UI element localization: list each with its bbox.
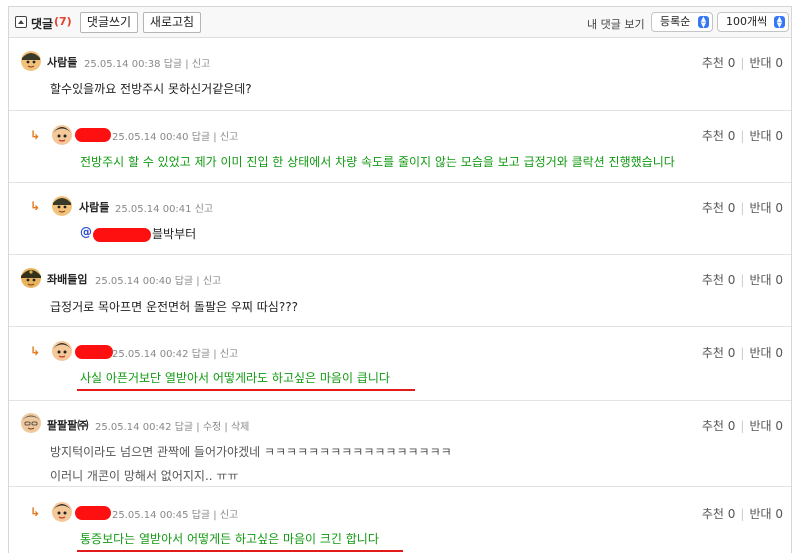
comment-count: (7) (54, 15, 72, 28)
comment-section: 댓글 (7) 댓글쓰기 새로고침 내 댓글 보기 등록순 ▲ ▼ 100개씩 ▲ ▼… (8, 6, 792, 553)
like-button[interactable]: 추천 0 (702, 273, 736, 287)
like-button[interactable]: 추천 0 (702, 507, 736, 521)
comment-text: 급정거로 목아프면 운전면허 돌팔은 우찌 따심??? (50, 300, 298, 314)
comment-title: 댓글 (31, 17, 54, 31)
select-chevron-icon: ▲ ▼ (698, 16, 709, 29)
comment-date: 25.05.14 00:38 (84, 59, 161, 70)
comment-date: 25.05.14 00:41 (115, 204, 192, 215)
highlight-underline (77, 550, 403, 552)
redacted-nickname (75, 345, 113, 359)
comment-item: 사람들 25.05.14 00:38 답글 | 신고 추천 0 | 반대 0 할수있… (9, 39, 791, 111)
vote-group: 추천 0 | 반대 0 (701, 56, 783, 70)
redacted-mention (93, 228, 151, 242)
redacted-nickname (75, 506, 111, 520)
comment-text: 사실 아픈거보단 열받아서 어떻게라도 하고싶은 마음이 큽니다 (80, 371, 390, 385)
comment-actions[interactable]: 답글 | 수정 | 삭제 (175, 422, 250, 433)
vote-group: 추천 0 | 반대 0 (701, 129, 783, 143)
dislike-button[interactable]: 반대 0 (749, 201, 783, 215)
comment-text: 전방주시 할 수 있었고 제가 이미 진입 한 상태에서 차량 속도를 줄이지 … (80, 155, 675, 169)
comment-actions[interactable]: 답글 | 신고 (175, 276, 222, 287)
comment-text: 블박부터 (152, 227, 197, 241)
dislike-button[interactable]: 반대 0 (749, 129, 783, 143)
comment-actions[interactable]: 답글 | 신고 (192, 349, 239, 360)
dislike-button[interactable]: 반대 0 (749, 507, 783, 521)
reply-item: ↳ 25.05.14 00:42 답글 | 신고 추천 0 | 반대 0 사실 아픈… (9, 327, 791, 401)
dislike-button[interactable]: 반대 0 (749, 273, 783, 287)
reply-arrow-icon: ↳ (30, 505, 41, 519)
dislike-button[interactable]: 반대 0 (749, 346, 783, 360)
vote-group: 추천 0 | 반대 0 (701, 419, 783, 433)
comment-meta: 25.05.14 00:40 답글 | 신고 (112, 128, 238, 143)
collapse-toggle-icon[interactable] (15, 16, 27, 28)
comment-actions[interactable]: 답글 | 신고 (164, 59, 211, 70)
avatar (20, 411, 42, 433)
comment-meta: 25.05.14 00:38 답글 | 신고 (84, 55, 210, 70)
like-button[interactable]: 추천 0 (702, 129, 736, 143)
comment-meta: 25.05.14 00:40 답글 | 신고 (95, 272, 221, 287)
comment-date: 25.05.14 00:42 (112, 349, 189, 360)
page-size-select-value: 100개씩 (726, 15, 768, 28)
comment-item: 좌배들임 25.05.14 00:40 답글 | 신고 추천 0 | 반대 0 급정… (9, 255, 791, 327)
comment-meta: 25.05.14 00:42 답글 | 신고 (112, 345, 238, 360)
sort-select-value: 등록순 (660, 15, 691, 28)
reply-item: ↳ 사람들 25.05.14 00:41 신고 추천 0 | 반대 0 @ 블박부터 (9, 183, 791, 255)
like-button[interactable]: 추천 0 (702, 346, 736, 360)
comment-nickname[interactable]: 사람들 (79, 199, 109, 215)
vote-group: 추천 0 | 반대 0 (701, 201, 783, 215)
comment-actions[interactable]: 신고 (195, 204, 213, 215)
reply-arrow-icon: ↳ (30, 199, 41, 213)
like-button[interactable]: 추천 0 (702, 201, 736, 215)
highlight-underline (77, 389, 415, 391)
comment-meta: 25.05.14 00:45 답글 | 신고 (112, 506, 238, 521)
dislike-button[interactable]: 반대 0 (749, 419, 783, 433)
avatar (20, 266, 42, 288)
page-size-select[interactable]: 100개씩 ▲ ▼ (717, 12, 789, 32)
write-comment-button[interactable]: 댓글쓰기 (80, 12, 138, 33)
comment-text: 방지턱이라도 넘으면 관짝에 들어가야겠네 ㅋㅋㅋㅋㅋㅋㅋㅋㅋㅋㅋㅋㅋㅋㅋㅋㅋ (50, 445, 452, 459)
like-button[interactable]: 추천 0 (702, 56, 736, 70)
reply-arrow-icon: ↳ (30, 344, 41, 358)
mention-tag[interactable]: @ (80, 225, 92, 239)
comment-text: @ (80, 225, 92, 239)
comment-text: 할수있을까요 전방주시 못하신거같은데? (50, 82, 252, 96)
comment-text-line2: 이러니 개콘이 망해서 없어지지.. ㅠㅠ (50, 469, 239, 483)
reply-item: ↳ 25.05.14 00:45 답글 | 신고 추천 0 | 반대 0 통증보다는… (9, 487, 791, 553)
my-comments-link[interactable]: 내 댓글 보기 (587, 16, 645, 32)
comment-nickname[interactable]: 사람들 (47, 54, 77, 70)
reply-item: ↳ 25.05.14 00:40 답글 | 신고 추천 0 | 반대 0 전방주시 … (9, 111, 791, 183)
refresh-button[interactable]: 새로고침 (143, 12, 201, 33)
reply-arrow-icon: ↳ (30, 128, 41, 142)
dislike-button[interactable]: 반대 0 (749, 56, 783, 70)
comment-date: 25.05.14 00:40 (95, 276, 172, 287)
avatar (20, 49, 42, 71)
comment-item: 팔팔팔㈜ 25.05.14 00:42 답글 | 수정 | 삭제 추천 0 | 반대… (9, 401, 791, 487)
comment-nickname[interactable]: 팔팔팔㈜ (47, 417, 88, 433)
comment-text: 통증보다는 열받아서 어떻게든 하고싶은 마음이 크긴 합니다 (80, 532, 379, 546)
comment-date: 25.05.14 00:40 (112, 132, 189, 143)
comment-actions[interactable]: 답글 | 신고 (192, 132, 239, 143)
avatar (51, 123, 73, 145)
vote-group: 추천 0 | 반대 0 (701, 273, 783, 287)
comment-actions[interactable]: 답글 | 신고 (192, 510, 239, 521)
comment-date: 25.05.14 00:42 (95, 422, 172, 433)
comment-meta: 25.05.14 00:42 답글 | 수정 | 삭제 (95, 418, 249, 433)
comment-meta: 25.05.14 00:41 신고 (115, 200, 213, 215)
comment-toolbar: 댓글 (7) 댓글쓰기 새로고침 내 댓글 보기 등록순 ▲ ▼ 100개씩 ▲ ▼ (9, 7, 791, 38)
avatar (51, 339, 73, 361)
select-chevron-icon: ▲ ▼ (774, 16, 785, 29)
comment-date: 25.05.14 00:45 (112, 510, 189, 521)
like-button[interactable]: 추천 0 (702, 419, 736, 433)
redacted-nickname (75, 128, 111, 142)
avatar (51, 194, 73, 216)
vote-group: 추천 0 | 반대 0 (701, 507, 783, 521)
sort-select[interactable]: 등록순 ▲ ▼ (651, 12, 713, 32)
vote-group: 추천 0 | 반대 0 (701, 346, 783, 360)
avatar (51, 500, 73, 522)
comment-nickname[interactable]: 좌배들임 (47, 271, 87, 287)
